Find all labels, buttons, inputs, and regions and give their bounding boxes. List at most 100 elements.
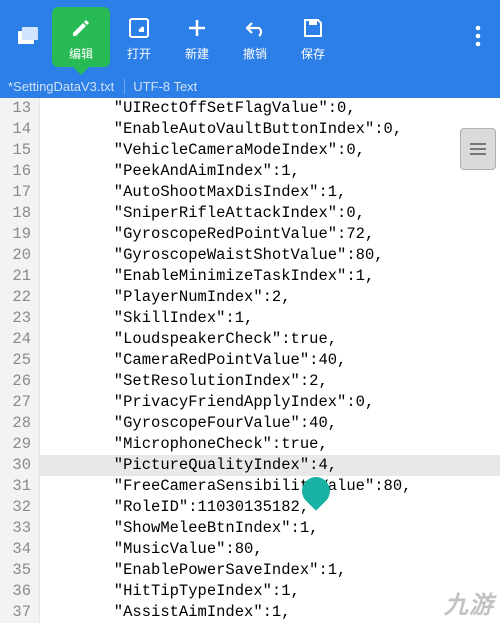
line-number: 27	[0, 392, 40, 413]
line-content[interactable]: "HitTipTypeIndex":1,	[40, 581, 500, 602]
line-content[interactable]: "ShowMeleeBtnIndex":1,	[40, 518, 500, 539]
line-content[interactable]: "FreeCameraSensibilityValue":80,	[40, 476, 500, 497]
line-content[interactable]: "VehicleCameraModeIndex":0,	[40, 140, 500, 161]
line-number: 28	[0, 413, 40, 434]
line-content[interactable]: "UIRectOffSetFlagValue":0,	[40, 98, 500, 119]
line-content[interactable]: "MusicValue":80,	[40, 539, 500, 560]
overflow-menu-button[interactable]	[460, 7, 496, 67]
code-line[interactable]: 23 "SkillIndex":1,	[0, 308, 500, 329]
code-line[interactable]: 32 "RoleID":11030135182,	[0, 497, 500, 518]
line-number: 21	[0, 266, 40, 287]
plus-icon	[186, 13, 208, 43]
line-content[interactable]: "EnableMinimizeTaskIndex":1,	[40, 266, 500, 287]
code-line[interactable]: 35 "EnablePowerSaveIndex":1,	[0, 560, 500, 581]
save-button[interactable]: 保存	[284, 7, 342, 67]
save-icon	[303, 13, 323, 43]
line-number: 31	[0, 476, 40, 497]
line-number: 24	[0, 329, 40, 350]
line-content[interactable]: "GyroscopeFourValue":40,	[40, 413, 500, 434]
line-number: 13	[0, 98, 40, 119]
kebab-icon	[475, 21, 481, 51]
line-content[interactable]: "SetResolutionIndex":2,	[40, 371, 500, 392]
code-line[interactable]: 19 "GyroscopeRedPointValue":72,	[0, 224, 500, 245]
line-content[interactable]: "PeekAndAimIndex":1,	[40, 161, 500, 182]
pencil-icon	[71, 13, 91, 43]
files-icon	[16, 21, 40, 51]
undo-icon	[243, 13, 267, 43]
line-number: 25	[0, 350, 40, 371]
code-line[interactable]: 14 "EnableAutoVaultButtonIndex":0,	[0, 119, 500, 140]
line-number: 15	[0, 140, 40, 161]
line-number: 19	[0, 224, 40, 245]
line-content[interactable]: "CameraRedPointValue":40,	[40, 350, 500, 371]
files-button[interactable]	[4, 7, 52, 67]
line-number: 16	[0, 161, 40, 182]
line-number: 37	[0, 602, 40, 623]
code-line[interactable]: 17 "AutoShootMaxDisIndex":1,	[0, 182, 500, 203]
line-number: 33	[0, 518, 40, 539]
code-line[interactable]: 30 "PictureQualityIndex":4,	[0, 455, 500, 476]
line-number: 32	[0, 497, 40, 518]
code-line[interactable]: 24 "LoudspeakerCheck":true,	[0, 329, 500, 350]
line-content[interactable]: "SniperRifleAttackIndex":0,	[40, 203, 500, 224]
toolbar: 编辑 打开 新建 撤销 保存	[0, 0, 500, 74]
line-content[interactable]: "PictureQualityIndex":4,	[40, 455, 500, 476]
line-number: 36	[0, 581, 40, 602]
line-number: 17	[0, 182, 40, 203]
code-line[interactable]: 36 "HitTipTypeIndex":1,	[0, 581, 500, 602]
line-number: 26	[0, 371, 40, 392]
code-line[interactable]: 22 "PlayerNumIndex":2,	[0, 287, 500, 308]
code-line[interactable]: 25 "CameraRedPointValue":40,	[0, 350, 500, 371]
line-content[interactable]: "EnableAutoVaultButtonIndex":0,	[40, 119, 500, 140]
undo-label: 撤销	[243, 45, 267, 62]
line-number: 30	[0, 455, 40, 476]
line-content[interactable]: "PlayerNumIndex":2,	[40, 287, 500, 308]
line-content[interactable]: "GyroscopeWaistShotValue":80,	[40, 245, 500, 266]
line-number: 35	[0, 560, 40, 581]
open-icon	[128, 13, 150, 43]
line-number: 18	[0, 203, 40, 224]
code-line[interactable]: 33 "ShowMeleeBtnIndex":1,	[0, 518, 500, 539]
code-line[interactable]: 29 "MicrophoneCheck":true,	[0, 434, 500, 455]
code-line[interactable]: 31 "FreeCameraSensibilityValue":80,	[0, 476, 500, 497]
code-line[interactable]: 28 "GyroscopeFourValue":40,	[0, 413, 500, 434]
line-number: 14	[0, 119, 40, 140]
code-line[interactable]: 18 "SniperRifleAttackIndex":0,	[0, 203, 500, 224]
line-content[interactable]: "AutoShootMaxDisIndex":1,	[40, 182, 500, 203]
line-content[interactable]: "AssistAimIndex":1,	[40, 602, 500, 623]
line-number: 34	[0, 539, 40, 560]
code-line[interactable]: 21 "EnableMinimizeTaskIndex":1,	[0, 266, 500, 287]
tab-bar: *SettingDataV3.txt UTF-8 Text	[0, 74, 500, 98]
scroll-thumb[interactable]	[460, 128, 496, 170]
code-line[interactable]: 27 "PrivacyFriendApplyIndex":0,	[0, 392, 500, 413]
line-content[interactable]: "LoudspeakerCheck":true,	[40, 329, 500, 350]
code-line[interactable]: 34 "MusicValue":80,	[0, 539, 500, 560]
edit-label: 编辑	[69, 45, 93, 62]
line-number: 22	[0, 287, 40, 308]
open-button[interactable]: 打开	[110, 7, 168, 67]
line-content[interactable]: "SkillIndex":1,	[40, 308, 500, 329]
code-line[interactable]: 20 "GyroscopeWaistShotValue":80,	[0, 245, 500, 266]
line-content[interactable]: "PrivacyFriendApplyIndex":0,	[40, 392, 500, 413]
code-line[interactable]: 26 "SetResolutionIndex":2,	[0, 371, 500, 392]
file-tab[interactable]: *SettingDataV3.txt	[8, 79, 114, 94]
line-content[interactable]: "MicrophoneCheck":true,	[40, 434, 500, 455]
line-number: 23	[0, 308, 40, 329]
code-line[interactable]: 37 "AssistAimIndex":1,	[0, 602, 500, 623]
code-line[interactable]: 13 "UIRectOffSetFlagValue":0,	[0, 98, 500, 119]
code-line[interactable]: 16 "PeekAndAimIndex":1,	[0, 161, 500, 182]
undo-button[interactable]: 撤销	[226, 7, 284, 67]
code-editor[interactable]: 13 "UIRectOffSetFlagValue":0,14 "EnableA…	[0, 98, 500, 625]
line-number: 20	[0, 245, 40, 266]
code-line[interactable]: 15 "VehicleCameraModeIndex":0,	[0, 140, 500, 161]
encoding-label: UTF-8 Text	[124, 79, 197, 94]
edit-button[interactable]: 编辑	[52, 7, 110, 67]
open-label: 打开	[127, 45, 151, 62]
line-number: 29	[0, 434, 40, 455]
new-button[interactable]: 新建	[168, 7, 226, 67]
line-content[interactable]: "RoleID":11030135182,	[40, 497, 500, 518]
save-label: 保存	[301, 45, 325, 62]
line-content[interactable]: "EnablePowerSaveIndex":1,	[40, 560, 500, 581]
line-content[interactable]: "GyroscopeRedPointValue":72,	[40, 224, 500, 245]
new-label: 新建	[185, 45, 209, 62]
